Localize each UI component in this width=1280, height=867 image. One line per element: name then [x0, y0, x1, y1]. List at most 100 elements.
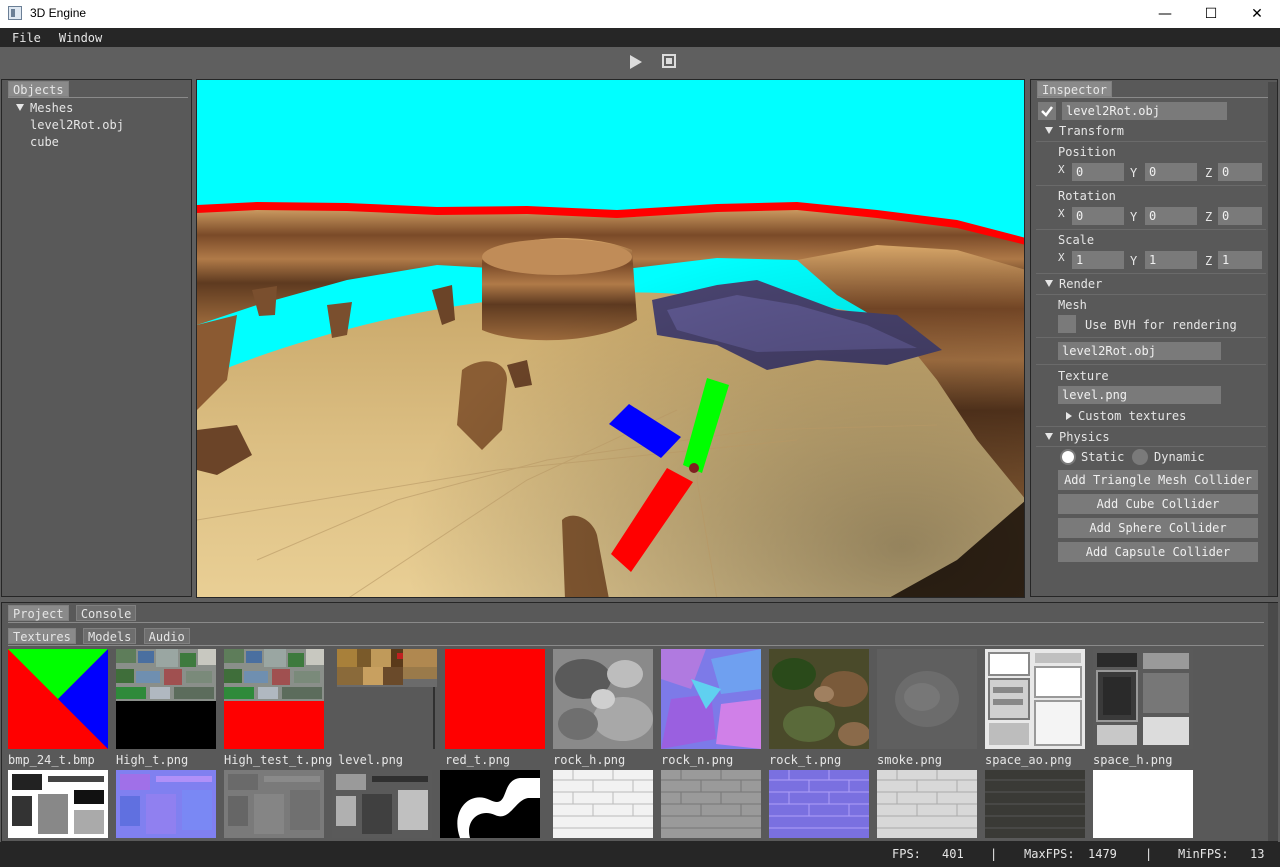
scale-x-label: X	[1058, 251, 1065, 264]
scale-label: Scale	[1058, 233, 1095, 247]
menu-file[interactable]: File	[6, 31, 47, 45]
thumbnail-space-h[interactable]	[1093, 649, 1193, 749]
static-radio[interactable]	[1060, 449, 1076, 465]
tab-models[interactable]: Models	[83, 628, 137, 644]
position-x-label: X	[1058, 163, 1065, 176]
thumbnail-row2-1[interactable]	[8, 770, 108, 838]
thumbnail-label: rock_t.png	[769, 753, 842, 767]
bvh-label: Use BVH for rendering	[1085, 318, 1237, 332]
thumbnail-red-t[interactable]	[445, 649, 545, 749]
tab-project[interactable]: Project	[8, 605, 69, 621]
thumbnail-row2-10[interactable]	[985, 770, 1085, 838]
thumbnail-rock-n[interactable]	[661, 649, 761, 749]
custom-textures-toggle[interactable]: Custom textures	[1066, 409, 1186, 423]
dynamic-radio[interactable]	[1132, 449, 1148, 465]
tree-item-level2rot[interactable]: level2Rot.obj	[30, 118, 124, 132]
thumbnail-label: smoke.png	[877, 753, 943, 767]
thumbnail-row2-6[interactable]	[553, 770, 653, 838]
chevron-down-icon	[1045, 433, 1053, 440]
minimize-icon[interactable]: —	[1142, 0, 1188, 28]
thumbnail-smoke[interactable]	[877, 649, 977, 749]
stop-icon[interactable]	[662, 54, 676, 68]
toolbar	[0, 47, 1280, 77]
rotation-label: Rotation	[1058, 189, 1116, 203]
texture-input[interactable]: level.png	[1058, 386, 1221, 404]
mesh-label: Mesh	[1058, 298, 1087, 312]
maximize-icon[interactable]: ☐	[1188, 0, 1234, 28]
thumbnail-bmp-24-t[interactable]	[8, 649, 108, 749]
thumbnail-high-t[interactable]	[116, 649, 216, 749]
thumbnail-row2-9[interactable]	[877, 770, 977, 838]
tree-group-label: Meshes	[30, 101, 74, 115]
scale-z-label: Z	[1205, 254, 1213, 268]
play-icon[interactable]	[628, 54, 644, 70]
rotation-y-label: Y	[1130, 210, 1138, 224]
add-capsule-collider-button[interactable]: Add Capsule Collider	[1058, 542, 1258, 562]
thumbnail-row2-7[interactable]	[661, 770, 761, 838]
thumbnail-row2-11[interactable]	[1093, 770, 1193, 838]
thumbnail-label: space_ao.png	[985, 753, 1072, 767]
thumbnail-label: rock_h.png	[553, 753, 626, 767]
position-label: Position	[1058, 145, 1116, 159]
tree-group-meshes[interactable]: Meshes	[16, 101, 73, 115]
menu-window[interactable]: Window	[53, 31, 108, 45]
position-y-input[interactable]: 0	[1145, 163, 1197, 181]
rotation-z-input[interactable]: 0	[1218, 207, 1262, 225]
rotation-x-label: X	[1058, 207, 1065, 220]
thumbnail-rock-t[interactable]	[769, 649, 869, 749]
add-cube-collider-button[interactable]: Add Cube Collider	[1058, 494, 1258, 514]
thumbnail-label: bmp_24_t.bmp	[8, 753, 95, 767]
texture-label: Texture	[1058, 369, 1109, 383]
rotation-x-input[interactable]: 0	[1072, 207, 1124, 225]
section-render[interactable]: Render	[1045, 277, 1102, 291]
bvh-checkbox[interactable]	[1058, 315, 1076, 333]
tab-objects[interactable]: Objects	[8, 81, 69, 97]
thumbnail-rock-h[interactable]	[553, 649, 653, 749]
tab-audio[interactable]: Audio	[143, 628, 190, 644]
thumbnail-high-test-t[interactable]	[224, 649, 324, 749]
status-bar: FPS: 401 | MaxFPS: 1479 | MinFPS: 13	[0, 842, 1280, 867]
maxfps-label: MaxFPS:	[1024, 847, 1075, 861]
section-transform[interactable]: Transform	[1045, 124, 1124, 138]
thumbnail-label: High_test_t.png	[224, 753, 333, 767]
scene-viewport[interactable]	[196, 79, 1025, 598]
thumbnail-row2-3[interactable]	[224, 770, 324, 838]
close-icon[interactable]: ✕	[1234, 0, 1280, 28]
position-z-label: Z	[1205, 166, 1213, 180]
add-triangle-mesh-collider-button[interactable]: Add Triangle Mesh Collider	[1058, 470, 1258, 490]
tab-textures[interactable]: Textures	[8, 628, 76, 644]
thumbnail-label: space_h.png	[1093, 753, 1173, 767]
thumbnail-row2-2[interactable]	[116, 770, 216, 838]
tab-inspector[interactable]: Inspector	[1037, 81, 1113, 97]
project-scrollbar[interactable]	[1268, 603, 1278, 841]
rotation-z-label: Z	[1205, 210, 1213, 224]
thumbnail-row2-4[interactable]	[332, 770, 432, 838]
thumbnail-label: High_t.png	[116, 753, 189, 767]
position-x-input[interactable]: 0	[1072, 163, 1124, 181]
thumbnail-label: level.png	[338, 753, 404, 767]
thumbnail-level[interactable]	[337, 649, 437, 749]
thumbnail-row2-8[interactable]	[769, 770, 869, 838]
status-separator: |	[990, 847, 998, 861]
add-sphere-collider-button[interactable]: Add Sphere Collider	[1058, 518, 1258, 538]
status-separator: |	[1145, 847, 1153, 861]
title-bar: 3D Engine — ☐ ✕	[0, 0, 1280, 28]
thumbnail-row2-5[interactable]	[440, 770, 540, 838]
scale-y-input[interactable]: 1	[1145, 251, 1197, 269]
active-checkbox[interactable]	[1038, 102, 1056, 120]
position-z-input[interactable]: 0	[1218, 163, 1262, 181]
scale-z-input[interactable]: 1	[1218, 251, 1262, 269]
chevron-down-icon	[1045, 127, 1053, 134]
scale-y-label: Y	[1130, 254, 1138, 268]
tab-console[interactable]: Console	[75, 605, 137, 621]
inspector-scrollbar[interactable]	[1268, 82, 1277, 596]
minfps-value: 13	[1250, 847, 1265, 861]
scale-x-input[interactable]: 1	[1072, 251, 1124, 269]
tree-item-cube[interactable]: cube	[30, 135, 59, 149]
thumbnail-space-ao[interactable]	[985, 649, 1085, 749]
section-physics[interactable]: Physics	[1045, 430, 1110, 444]
object-name-input[interactable]: level2Rot.obj	[1062, 102, 1227, 120]
mesh-input[interactable]: level2Rot.obj	[1058, 342, 1221, 360]
menu-bar: File Window	[0, 28, 1280, 47]
rotation-y-input[interactable]: 0	[1145, 207, 1197, 225]
